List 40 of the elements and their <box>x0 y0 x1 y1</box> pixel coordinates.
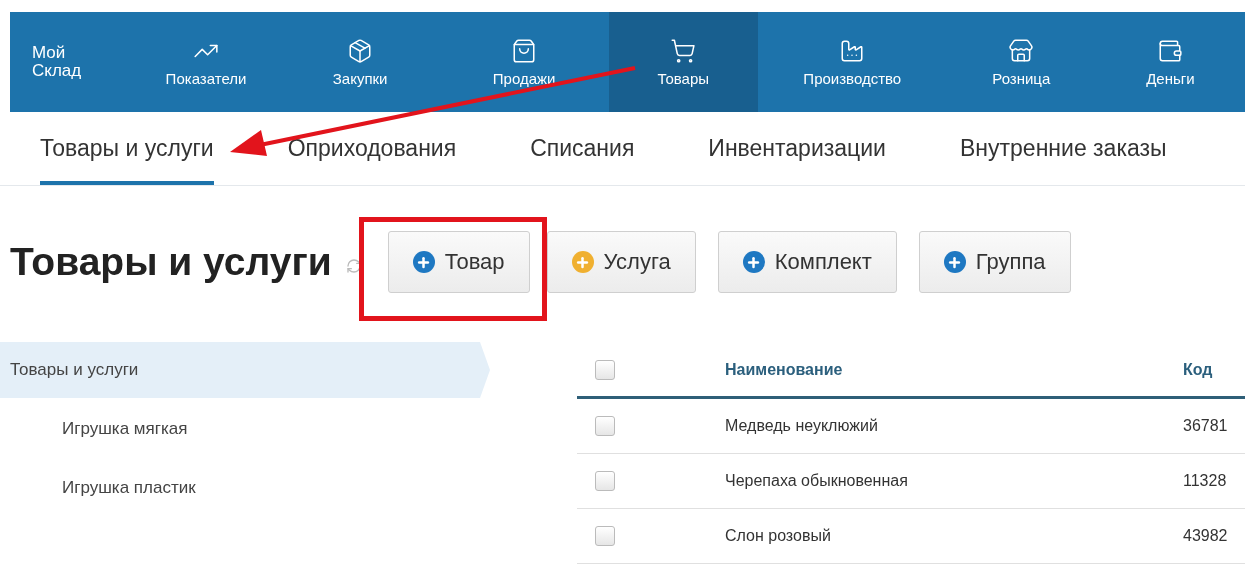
sidebar-item[interactable]: Товары и услуги <box>0 342 490 398</box>
add-button[interactable]: Комплект <box>717 231 897 293</box>
add-button[interactable]: Услуга <box>546 231 696 293</box>
column-header[interactable]: Наименование <box>725 361 1183 379</box>
table-cell-text: Черепаха обыкновенная <box>725 472 909 490</box>
nav-icon <box>347 37 374 64</box>
nav-icon <box>511 37 538 64</box>
nav-item[interactable]: Показатели <box>131 12 281 112</box>
add-button[interactable]: Группа <box>918 231 1071 293</box>
sub-tab[interactable]: Товары и услуги <box>40 112 214 185</box>
table-cell-text: Слон розовый <box>725 527 832 545</box>
column-header[interactable]: Код <box>1183 361 1213 379</box>
table-cell-text: Медведь неуклюжий <box>725 417 879 435</box>
nav-item[interactable]: Производство <box>757 12 947 112</box>
row-checkbox[interactable] <box>595 526 615 546</box>
select-all-checkbox[interactable] <box>595 360 615 380</box>
nav-item[interactable]: Закупки <box>280 12 440 112</box>
nav-icon <box>1157 37 1184 64</box>
sub-tab[interactable]: Списания <box>530 112 635 185</box>
nav-item[interactable]: Деньги <box>1095 12 1245 112</box>
page-title: Товары и услуги <box>10 240 332 284</box>
nav-icon <box>670 37 697 64</box>
sub-tab[interactable]: Инвентаризации <box>708 112 886 185</box>
sub-tab[interactable]: Оприходования <box>287 112 457 185</box>
sub-tab[interactable]: Внутренние заказы <box>959 112 1167 185</box>
table-cell: 36781 <box>1183 417 1228 435</box>
nav-item[interactable]: Розница <box>946 12 1096 112</box>
sidebar-item[interactable]: Игрушка пластик <box>0 460 490 516</box>
nav-icon <box>839 37 866 64</box>
row-checkbox[interactable] <box>595 416 615 436</box>
row-checkbox[interactable] <box>595 471 615 491</box>
table-cell: 11328 <box>1183 472 1227 490</box>
logo[interactable]: Мой Склад <box>10 12 132 112</box>
nav-item[interactable]: Товары <box>608 12 758 112</box>
refresh-icon[interactable] <box>345 258 362 274</box>
nav-icon <box>1008 37 1035 64</box>
nav-item[interactable]: Продажи <box>439 12 609 112</box>
table-cell: 43982 <box>1183 527 1228 545</box>
sidebar-item[interactable]: Игрушка мягкая <box>0 401 490 457</box>
add-button[interactable]: Товар <box>387 231 530 293</box>
